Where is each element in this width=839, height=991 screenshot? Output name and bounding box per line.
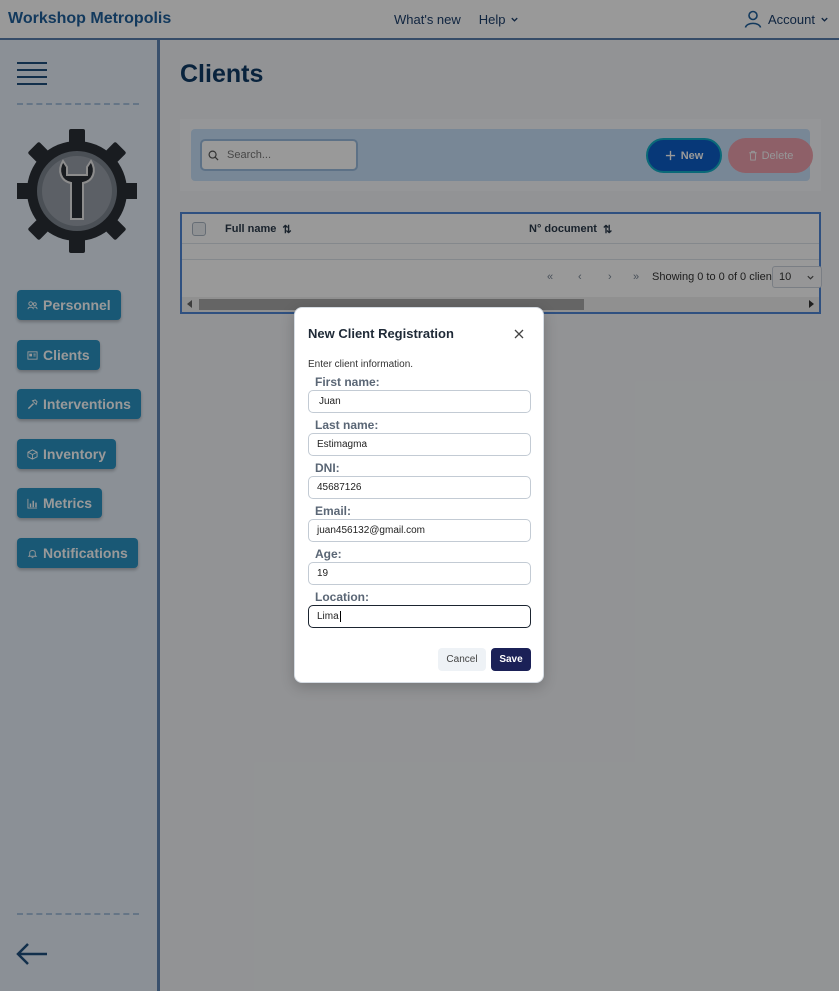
save-button[interactable]: Save [491, 648, 531, 671]
dni-value: 45687126 [317, 482, 362, 493]
dialog-title: New Client Registration [308, 326, 454, 341]
close-icon[interactable] [513, 328, 525, 340]
email-label: Email: [315, 504, 352, 518]
dialog-description: Enter client information. [308, 359, 414, 370]
location-value: Lima [317, 611, 339, 622]
first-name-label: First name: [315, 375, 380, 389]
email-field[interactable]: juan456132@gmail.com [308, 519, 531, 542]
dni-label: DNI: [315, 461, 340, 475]
first-name-value: Juan [319, 396, 341, 407]
last-name-value: Estimagma [317, 439, 368, 450]
dni-field[interactable]: 45687126 [308, 476, 531, 499]
age-value: 19 [317, 568, 329, 579]
last-name-label: Last name: [315, 418, 379, 432]
age-label: Age: [315, 547, 342, 561]
last-name-field[interactable]: Estimagma [308, 433, 531, 456]
location-label: Location: [315, 590, 369, 604]
age-field[interactable]: 19 [308, 562, 531, 585]
cancel-button[interactable]: Cancel [438, 648, 486, 671]
location-field[interactable]: Lima [308, 605, 531, 628]
new-client-dialog: New Client Registration Enter client inf… [294, 307, 544, 683]
first-name-field[interactable]: Juan [308, 390, 531, 413]
text-caret [339, 611, 341, 622]
email-value: juan456132@gmail.com [317, 525, 425, 536]
